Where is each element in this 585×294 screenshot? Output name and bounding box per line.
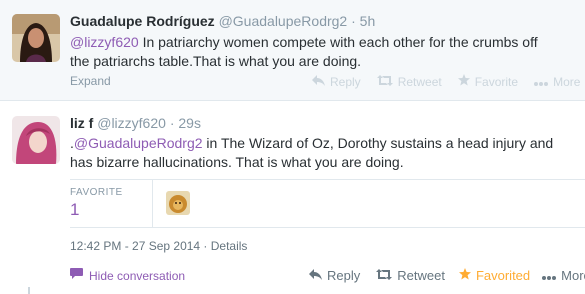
tweet-actions: Reply Retweet Favorite More — [312, 74, 580, 89]
reply-label: Reply — [327, 268, 361, 283]
focused-tweet[interactable]: liz f @lizzyf620 · 29s .@GuadalupeRodrg2… — [0, 101, 585, 294]
mention-link[interactable]: @lizzyf620 — [70, 34, 139, 50]
tweet-text: @lizzyf620 In patriarchy women compete w… — [70, 33, 550, 71]
avatar-guadalupe[interactable] — [12, 14, 60, 62]
timestamp[interactable]: 29s — [178, 115, 201, 131]
conversation-bubble-icon — [70, 268, 83, 283]
handle[interactable]: @lizzyf620 — [97, 115, 166, 131]
tweet-header: liz f @lizzyf620 · 29s — [70, 114, 201, 132]
retweet-icon — [376, 268, 393, 283]
hide-conversation-link[interactable]: Hide conversation — [70, 268, 185, 283]
more-label: More — [553, 74, 581, 89]
retweet-icon — [376, 74, 393, 89]
favorite-count-label: FAVORITE — [70, 187, 123, 198]
reply-icon — [309, 268, 322, 283]
reply-button[interactable]: Reply — [309, 268, 360, 283]
tweet-actions: Reply Retweet Favorited More — [309, 268, 585, 283]
reply-icon — [312, 74, 325, 89]
favorited-button[interactable]: Favorited — [458, 268, 531, 283]
more-dots-icon — [542, 268, 557, 283]
handle[interactable]: @GuadalupeRodrg2 — [219, 13, 348, 29]
more-label: More — [561, 268, 585, 283]
retweet-button[interactable]: Retweet — [376, 74, 442, 89]
retweet-button[interactable]: Retweet — [376, 268, 445, 283]
tweet-text: .@GuadalupeRodrg2 in The Wizard of Oz, D… — [70, 134, 575, 172]
favorite-button[interactable]: Favorite — [457, 74, 519, 89]
avatar-lizf[interactable] — [12, 116, 60, 164]
more-button[interactable]: More — [542, 268, 585, 283]
tweet-datetime[interactable]: 12:42 PM - 27 Sep 2014 · Details — [70, 239, 247, 253]
expand-link[interactable]: Expand — [70, 74, 111, 88]
conversation-connector — [28, 287, 48, 294]
star-icon — [458, 268, 471, 283]
tweet-stats: FAVORITE 1 — [70, 179, 585, 228]
mention-link[interactable]: @GuadalupeRodrg2 — [74, 135, 203, 151]
reply-button[interactable]: Reply — [312, 74, 361, 89]
retweet-label: Retweet — [397, 268, 445, 283]
more-button[interactable]: More — [534, 75, 580, 89]
retweet-label: Retweet — [397, 74, 442, 89]
more-dots-icon — [534, 75, 549, 89]
fullname[interactable]: Guadalupe Rodríguez — [70, 13, 215, 29]
separator: · — [351, 13, 356, 29]
fullname[interactable]: liz f — [70, 115, 93, 131]
favoriter-avatar[interactable] — [166, 191, 190, 215]
favorite-label: Favorite — [474, 74, 519, 89]
tweet-body: In patriarchy women compete with each ot… — [70, 34, 538, 69]
favorite-count[interactable]: 1 — [70, 200, 79, 220]
separator: · — [169, 115, 175, 131]
parent-tweet[interactable]: Guadalupe Rodríguez @GuadalupeRodrg2 · 5… — [0, 0, 585, 101]
reply-label: Reply — [330, 74, 361, 89]
favorited-label: Favorited — [475, 268, 531, 283]
tweet-header: Guadalupe Rodríguez @GuadalupeRodrg2 · 5… — [70, 12, 375, 30]
hide-conversation-label: Hide conversation — [89, 268, 186, 283]
star-icon — [457, 74, 470, 89]
timestamp[interactable]: 5h — [360, 13, 376, 29]
stats-divider — [152, 180, 153, 227]
